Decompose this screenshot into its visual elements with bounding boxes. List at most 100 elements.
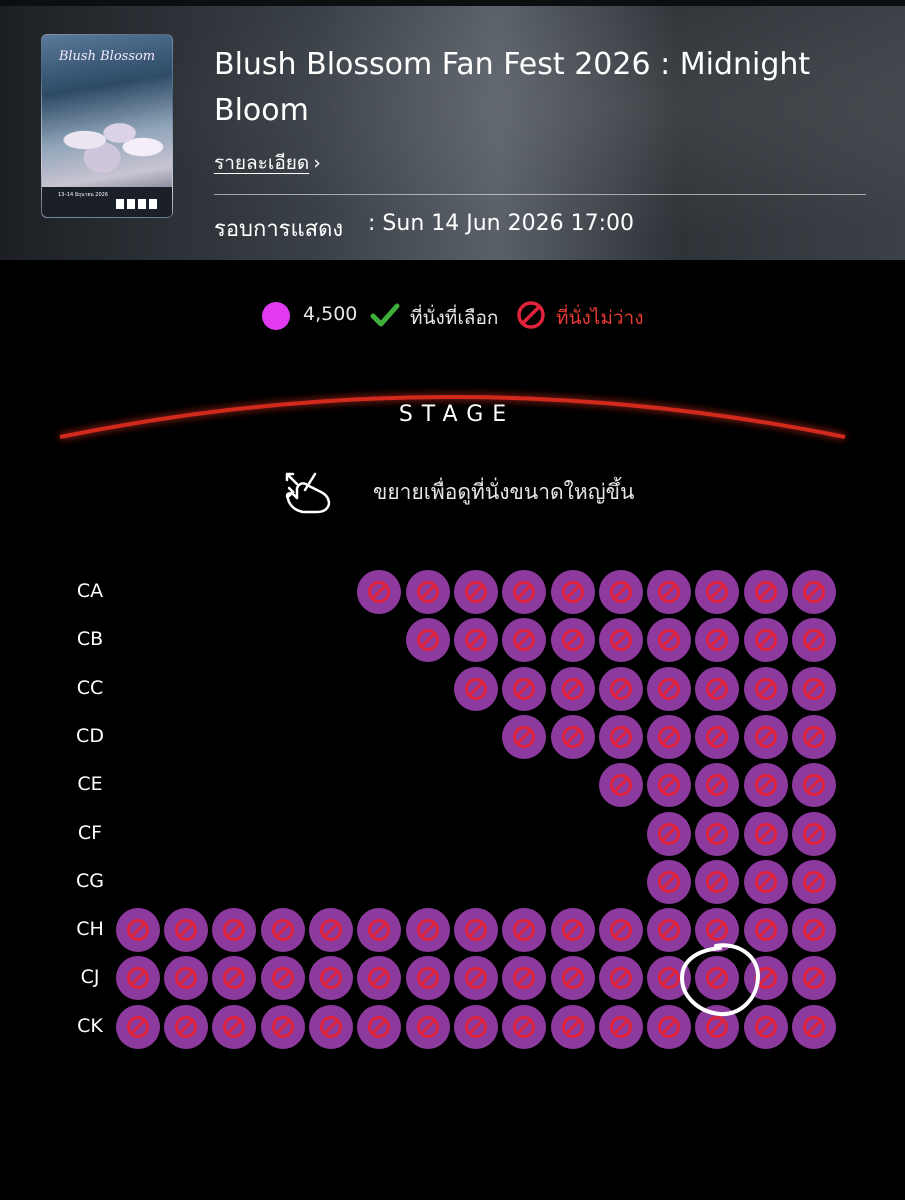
chevron-right-icon: › [313,152,321,174]
seat-cd-5[interactable] [695,714,740,759]
seat-ca-8[interactable] [695,570,740,614]
seat-ch-9[interactable] [502,908,547,953]
seat-ca-4[interactable] [502,570,547,614]
seat-ck-7[interactable] [405,1004,450,1049]
seat-cg-3[interactable] [743,859,788,904]
seat-cc-4[interactable] [598,666,643,711]
seat-ca-1[interactable] [357,570,402,614]
seat-cj-7[interactable] [405,956,450,1001]
seat-ck-13[interactable] [695,1004,740,1049]
seat-cj-3[interactable] [212,956,257,1001]
seat-ca-3[interactable] [453,570,498,614]
seat-ck-15[interactable] [792,1004,836,1049]
unavailable-icon [609,967,632,990]
unavailable-icon [803,725,825,748]
seat-ck-2[interactable] [164,1004,209,1049]
seat-cf-2[interactable] [695,811,740,856]
seat-ca-10[interactable] [792,570,836,614]
seat-cj-12[interactable] [647,956,692,1001]
seat-ch-1[interactable] [115,908,160,953]
seat-cc-7[interactable] [743,666,788,711]
seat-ch-14[interactable] [743,908,788,953]
seat-cf-4[interactable] [792,811,836,856]
seat-cc-6[interactable] [695,666,740,711]
seat-cc-8[interactable] [792,666,836,711]
seat-cb-9[interactable] [792,618,836,663]
seat-cj-9[interactable] [502,956,547,1001]
unavailable-icon [609,629,632,652]
seat-ck-4[interactable] [260,1004,305,1049]
seat-cc-2[interactable] [502,666,547,711]
seat-cb-1[interactable] [405,618,450,663]
unavailable-icon [658,1015,681,1038]
seat-ce-2[interactable] [647,763,692,808]
seat-ca-7[interactable] [647,570,692,614]
seat-cd-4[interactable] [647,714,692,759]
seat-ck-14[interactable] [743,1004,788,1049]
seat-ch-11[interactable] [598,908,643,953]
seat-ch-6[interactable] [357,908,402,953]
seat-cd-2[interactable] [550,714,595,759]
seat-ch-8[interactable] [453,908,498,953]
details-link[interactable]: รายละเอียด › [214,148,321,178]
seat-cj-15[interactable] [792,956,836,1001]
seat-ch-12[interactable] [647,908,692,953]
seat-cb-7[interactable] [695,618,740,663]
seat-cg-2[interactable] [695,859,740,904]
seat-ce-5[interactable] [792,763,836,808]
seat-cj-5[interactable] [309,956,353,1001]
seat-ch-4[interactable] [260,908,305,953]
seat-cd-3[interactable] [598,714,643,759]
seat-ck-6[interactable] [357,1004,402,1049]
seat-cb-2[interactable] [453,618,498,663]
seat-cb-6[interactable] [647,618,692,663]
seat-cc-1[interactable] [453,666,498,711]
seat-cj-14[interactable] [743,956,788,1001]
seat-ch-5[interactable] [309,908,353,953]
seat-ca-6[interactable] [598,570,643,614]
seat-ce-1[interactable] [598,763,643,808]
seat-ca-2[interactable] [405,570,450,614]
seat-cj-2[interactable] [164,956,209,1001]
seat-ch-10[interactable] [550,908,595,953]
seat-cb-8[interactable] [743,618,788,663]
seat-ck-3[interactable] [212,1004,257,1049]
seat-cb-5[interactable] [598,618,643,663]
seat-cj-11[interactable] [598,956,643,1001]
seat-ca-5[interactable] [550,570,595,614]
seat-ch-7[interactable] [405,908,450,953]
seat-ce-4[interactable] [743,763,788,808]
seat-ch-15[interactable] [792,908,836,953]
seat-ck-5[interactable] [309,1004,353,1049]
seat-cf-3[interactable] [743,811,788,856]
seat-ck-10[interactable] [550,1004,595,1049]
seat-cj-4[interactable] [260,956,305,1001]
seat-cd-7[interactable] [792,714,836,759]
seat-cc-3[interactable] [550,666,595,711]
seat-ck-11[interactable] [598,1004,643,1049]
seat-ch-2[interactable] [164,908,209,953]
seat-cj-8[interactable] [453,956,498,1001]
seat-cj-1[interactable] [115,956,160,1001]
seat-cg-1[interactable] [647,859,692,904]
seat-ce-3[interactable] [695,763,740,808]
event-poster[interactable]: Blush Blossom 13–14 มิถุนายน 2026 [41,34,173,218]
seat-cb-3[interactable] [502,618,547,663]
seat-cc-5[interactable] [647,666,692,711]
seat-cf-1[interactable] [647,811,692,856]
seat-cj-6[interactable] [357,956,402,1001]
seat-ch-13[interactable] [695,908,740,953]
seat-cd-1[interactable] [502,714,547,759]
seat-ck-8[interactable] [453,1004,498,1049]
seat-cj-13[interactable] [695,956,740,1001]
seat-ck-1[interactable] [115,1004,160,1049]
seat-cb-4[interactable] [550,618,595,663]
seat-ch-3[interactable] [212,908,257,953]
seat-ca-9[interactable] [743,570,788,614]
seat-ck-12[interactable] [647,1004,692,1049]
seat-cg-4[interactable] [792,859,836,904]
seat-cj-10[interactable] [550,956,595,1001]
unavailable-icon [658,677,681,700]
seat-ck-9[interactable] [502,1004,547,1049]
seat-cd-6[interactable] [743,714,788,759]
